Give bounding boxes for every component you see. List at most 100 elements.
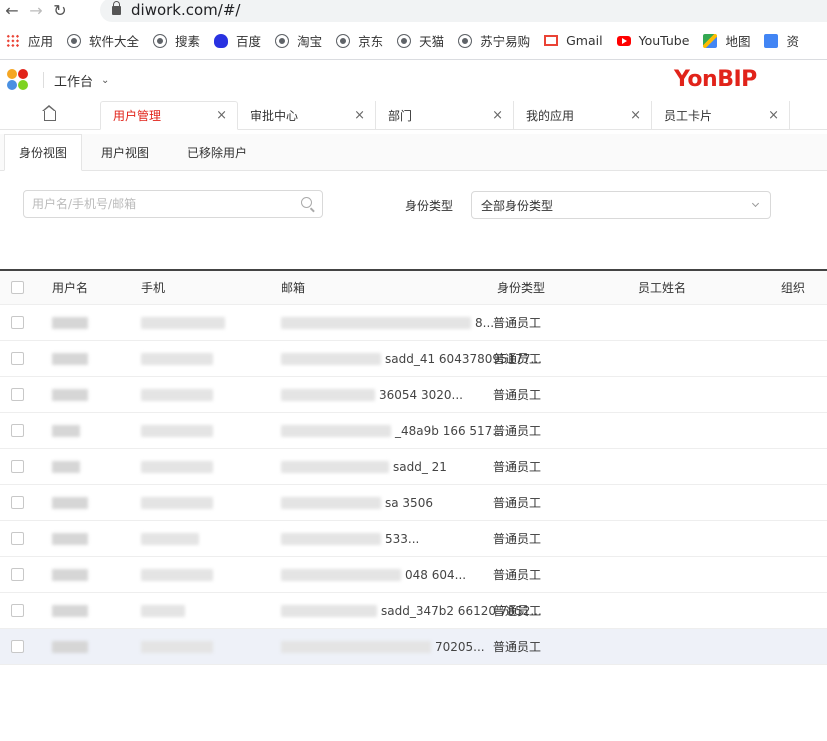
- username-cell: [52, 341, 88, 376]
- bookmark-item[interactable]: 淘宝: [275, 31, 322, 50]
- table-row[interactable]: sa 3506 普通员工: [0, 485, 827, 521]
- apps-grid-icon: [6, 33, 20, 48]
- tab-item[interactable]: 部门 ×: [376, 101, 514, 129]
- column-header-phone[interactable]: 手机: [141, 271, 165, 304]
- url-field[interactable]: diwork.com/#/: [100, 0, 827, 22]
- bookmark-item[interactable]: Gmail: [544, 33, 603, 48]
- chevron-down-icon[interactable]: ⌄: [101, 75, 109, 86]
- back-arrow-icon[interactable]: ←: [0, 0, 24, 22]
- email-visible-part: 36054 3020...: [379, 387, 463, 402]
- bookmark-label: 应用: [28, 34, 54, 49]
- username-cell: [52, 593, 88, 628]
- workbench-menu[interactable]: 工作台: [54, 71, 93, 90]
- username-cell: [52, 413, 80, 448]
- app-logo-icon[interactable]: [7, 69, 29, 91]
- row-checkbox-cell: [11, 413, 24, 448]
- chevron-down-icon[interactable]: [751, 199, 760, 208]
- close-icon[interactable]: ×: [354, 108, 365, 123]
- search-box[interactable]: [23, 190, 323, 218]
- row-checkbox[interactable]: [11, 424, 24, 437]
- bookmark-item[interactable]: 搜素: [153, 31, 200, 50]
- close-icon[interactable]: ×: [492, 108, 503, 123]
- reload-icon[interactable]: ↻: [48, 0, 72, 22]
- search-input[interactable]: [32, 197, 282, 211]
- table-row[interactable]: 70205... 普通员工: [0, 629, 827, 665]
- redacted-username: [52, 460, 80, 473]
- column-header-employee-name[interactable]: 员工姓名: [638, 271, 686, 304]
- column-header-org[interactable]: 组织: [781, 271, 805, 304]
- home-tab[interactable]: [0, 99, 100, 129]
- email-visible-part: 048 604...: [405, 567, 467, 582]
- table-row[interactable]: sadd_ 21 普通员工: [0, 449, 827, 485]
- redacted-phone: [141, 388, 213, 401]
- bookmark-item[interactable]: YouTube: [616, 33, 689, 48]
- bookmarks-bar: 应用 软件大全 搜素 百度 淘宝 京东 天猫 苏宁易购 Gmail YouTube 地图 资: [0, 22, 827, 60]
- row-checkbox[interactable]: [11, 460, 24, 473]
- bookmark-item[interactable]: 软件大全: [67, 31, 139, 50]
- view-tab[interactable]: 已移除用户: [168, 134, 266, 170]
- column-header-email[interactable]: 邮箱: [281, 271, 305, 304]
- bookmark-item[interactable]: 应用: [6, 31, 53, 50]
- tab-item[interactable]: 审批中心 ×: [238, 101, 376, 129]
- maps-icon: [703, 33, 718, 48]
- bookmark-item[interactable]: 京东: [336, 31, 383, 50]
- email-cell: sadd_ 21: [281, 449, 447, 484]
- search-icon[interactable]: [301, 197, 312, 208]
- globe-icon: [153, 33, 168, 48]
- table-row[interactable]: 8... 普通员工: [0, 305, 827, 341]
- bookmark-item[interactable]: 百度: [214, 31, 261, 50]
- table-row[interactable]: _48a9b 166 517... 普通员工: [0, 413, 827, 449]
- redacted-phone: [141, 604, 185, 617]
- identity-cell: 普通员工: [493, 568, 542, 582]
- bookmark-item[interactable]: 地图: [703, 31, 750, 50]
- view-tab[interactable]: 身份视图: [4, 134, 83, 171]
- tab-item[interactable]: 用户管理 ×: [100, 101, 238, 130]
- email-visible-part: 8...: [475, 315, 495, 330]
- email-visible-part: 70205...: [435, 639, 485, 654]
- row-checkbox-cell: [11, 557, 24, 592]
- bookmark-item[interactable]: 苏宁易购: [458, 31, 530, 50]
- row-checkbox[interactable]: [11, 568, 24, 581]
- table-row[interactable]: sadd_41 604378095177... 普通员工: [0, 341, 827, 377]
- table-row[interactable]: 048 604... 普通员工: [0, 557, 827, 593]
- bookmark-item[interactable]: 天猫: [397, 31, 444, 50]
- email-visible-part: sadd_ 21: [393, 459, 447, 474]
- row-checkbox[interactable]: [11, 532, 24, 545]
- redacted-username: [52, 424, 80, 437]
- redacted-email: [281, 460, 389, 473]
- globe-icon: [336, 33, 351, 48]
- row-checkbox[interactable]: [11, 316, 24, 329]
- forward-arrow-icon[interactable]: →: [24, 0, 48, 22]
- select-all-checkbox-cell: [11, 271, 24, 304]
- view-tab[interactable]: 用户视图: [82, 134, 168, 170]
- phone-cell: [141, 341, 213, 376]
- row-checkbox[interactable]: [11, 388, 24, 401]
- bookmark-label: 地图: [725, 34, 751, 49]
- row-checkbox[interactable]: [11, 640, 24, 653]
- identity-type-select[interactable]: 全部身份类型: [471, 191, 771, 219]
- bookmark-label: 苏宁易购: [480, 34, 531, 49]
- table-row[interactable]: 36054 3020... 普通员工: [0, 377, 827, 413]
- url-text[interactable]: diwork.com/#/: [131, 1, 240, 19]
- row-checkbox[interactable]: [11, 604, 24, 617]
- tab-item[interactable]: 员工卡片 ×: [652, 101, 790, 129]
- bookmark-label: 天猫: [419, 34, 445, 49]
- row-checkbox[interactable]: [11, 352, 24, 365]
- table-row[interactable]: sadd_347b2 66120 7852... 普通员工: [0, 593, 827, 629]
- close-icon[interactable]: ×: [768, 108, 779, 123]
- table-row[interactable]: 533... 普通员工: [0, 521, 827, 557]
- redacted-username: [52, 532, 88, 545]
- email-cell: 048 604...: [281, 557, 466, 592]
- phone-cell: [141, 449, 213, 484]
- redacted-phone: [141, 460, 213, 473]
- column-header-identity[interactable]: 身份类型: [497, 271, 545, 304]
- tab-item[interactable]: 我的应用 ×: [514, 101, 652, 129]
- row-checkbox[interactable]: [11, 496, 24, 509]
- brand-logo: YonBIP: [674, 67, 757, 92]
- select-all-checkbox[interactable]: [11, 281, 24, 294]
- bookmark-item[interactable]: 资: [764, 31, 799, 50]
- email-visible-part: 533...: [385, 531, 420, 546]
- close-icon[interactable]: ×: [216, 108, 227, 123]
- column-header-username[interactable]: 用户名: [52, 271, 88, 304]
- close-icon[interactable]: ×: [630, 108, 641, 123]
